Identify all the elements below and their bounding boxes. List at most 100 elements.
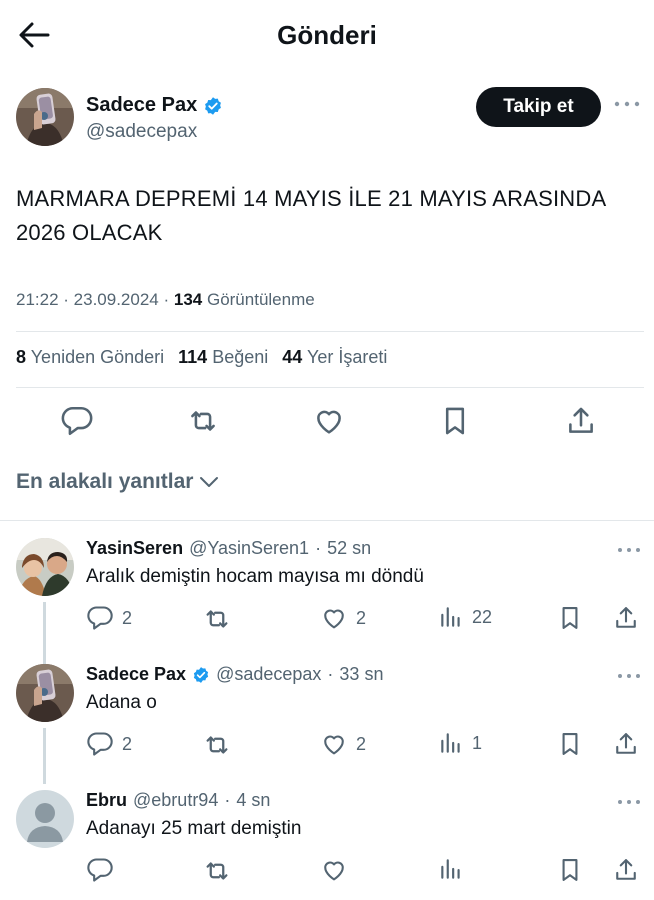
repost-button[interactable] xyxy=(202,730,232,760)
bookmarks-stat[interactable]: 44 Yer İşareti xyxy=(282,347,387,368)
post-author-row: Sadece Pax xyxy=(86,94,223,117)
repost-button[interactable] xyxy=(202,604,232,634)
reply-more-button[interactable] xyxy=(616,668,642,684)
share-icon[interactable] xyxy=(564,404,598,438)
reply-count: 2 xyxy=(122,607,133,628)
bookmark-icon[interactable] xyxy=(438,404,472,438)
bookmark-icon xyxy=(556,604,584,632)
reply-author-avatar[interactable] xyxy=(16,664,74,722)
views-chart-icon xyxy=(438,604,464,630)
reply-text: Adana o xyxy=(86,692,157,713)
reply-action-bar: 2 2 22 xyxy=(0,604,654,634)
post-author-name[interactable]: Sadece Pax xyxy=(86,94,197,117)
reply-text: Adanayı 25 mart demiştin xyxy=(86,818,302,839)
post-views-count: 134 xyxy=(173,290,203,309)
repost-icon xyxy=(202,604,232,634)
share-button[interactable] xyxy=(612,604,640,632)
views-chart-icon xyxy=(438,856,464,882)
bookmarks-label: Yer İşareti xyxy=(307,347,388,367)
post-stats: 8 Yeniden Gönderi 114 Beğeni 44 Yer İşar… xyxy=(16,347,387,368)
share-button[interactable] xyxy=(612,856,640,884)
post-action-bar xyxy=(0,400,654,444)
verified-badge-icon xyxy=(203,96,223,116)
dot-separator: · xyxy=(327,664,334,684)
reply-header: YasinSeren @YasinSeren1 · 52 sn xyxy=(86,538,371,559)
bookmark-icon xyxy=(556,730,584,758)
reply-header: Ebru @ebrutr94 · 4 sn xyxy=(86,790,270,811)
divider xyxy=(16,331,644,332)
reply-time: 33 sn xyxy=(339,664,384,684)
reply-time: 4 sn xyxy=(236,790,271,810)
default-avatar-icon[interactable] xyxy=(16,790,74,848)
reply-icon[interactable] xyxy=(60,404,94,438)
likes-count: 114 xyxy=(178,347,208,367)
like-icon xyxy=(320,604,348,632)
post-time: 21:22 xyxy=(16,290,59,309)
views-button[interactable] xyxy=(438,856,464,882)
post-views-label: Görüntülenme xyxy=(206,290,315,309)
reply-author-name[interactable]: YasinSeren xyxy=(86,538,183,559)
reposts-label: Yeniden Gönderi xyxy=(30,347,165,367)
repost-icon xyxy=(202,856,232,886)
reply-more-button[interactable] xyxy=(616,794,642,810)
reply-icon xyxy=(86,730,114,758)
more-horizontal-icon xyxy=(616,794,642,810)
bookmark-button[interactable] xyxy=(556,856,584,884)
reply-action-bar: 2 2 1 xyxy=(0,730,654,760)
reply-icon xyxy=(86,604,114,632)
reply-author-handle: @sadecepax xyxy=(216,664,322,684)
top-bar: Gönderi xyxy=(0,0,654,70)
replies-sort-label: En alakalı yanıtlar xyxy=(16,470,194,493)
reply-time: 52 sn xyxy=(327,538,372,558)
post-text-line: 2026 OLACAK xyxy=(16,220,163,245)
reposts-stat[interactable]: 8 Yeniden Gönderi xyxy=(16,347,164,368)
replies-sort-dropdown[interactable]: En alakalı yanıtlar xyxy=(16,470,219,494)
views-chart-icon xyxy=(438,730,464,756)
reply-more-button[interactable] xyxy=(616,542,642,558)
repost-icon[interactable] xyxy=(186,404,220,438)
reply-button[interactable] xyxy=(86,856,114,884)
reply-header: Sadece Pax @sadecepax · 33 sn xyxy=(86,664,383,685)
like-icon xyxy=(320,730,348,758)
chevron-down-icon xyxy=(199,475,219,489)
reply-author-name[interactable]: Sadece Pax xyxy=(86,664,186,685)
post-meta: 21:22 · 23.09.2024 · 134 Görüntülenme xyxy=(16,290,315,309)
reply-action-bar xyxy=(0,856,654,886)
divider xyxy=(0,520,654,521)
share-button[interactable] xyxy=(612,730,640,758)
bookmark-icon xyxy=(556,856,584,884)
post-text-line: MARMARA DEPREMİ 14 MAYIS İLE 21 MAYIS AR… xyxy=(16,186,607,211)
like-count: 2 xyxy=(356,607,367,628)
more-horizontal-icon xyxy=(616,542,642,558)
reply-icon xyxy=(86,856,114,884)
bookmark-button[interactable] xyxy=(556,730,584,758)
share-icon xyxy=(612,604,640,632)
views-button[interactable]: 1 xyxy=(438,730,482,756)
reply-button[interactable]: 2 xyxy=(86,604,132,632)
reply-text: Aralık demiştin hocam mayısa mı döndü xyxy=(86,566,424,587)
like-button[interactable] xyxy=(320,856,348,884)
post-more-button[interactable] xyxy=(612,94,642,114)
like-button[interactable]: 2 xyxy=(320,730,366,758)
like-button[interactable]: 2 xyxy=(320,604,366,632)
post-author-handle: @sadecepax xyxy=(86,121,198,142)
like-icon[interactable] xyxy=(312,404,346,438)
post-author-avatar[interactable] xyxy=(16,88,74,146)
follow-button[interactable]: Takip et xyxy=(476,87,601,127)
bookmark-button[interactable] xyxy=(556,604,584,632)
like-count: 2 xyxy=(356,733,367,754)
reply-author-name[interactable]: Ebru xyxy=(86,790,127,811)
repost-button[interactable] xyxy=(202,856,232,886)
reply-button[interactable]: 2 xyxy=(86,730,132,758)
likes-stat[interactable]: 114 Beğeni xyxy=(178,347,268,368)
verified-badge-icon xyxy=(192,666,210,684)
views-button[interactable]: 22 xyxy=(438,604,492,630)
reposts-count: 8 xyxy=(16,347,27,367)
dot-separator: · xyxy=(224,790,231,810)
reply-author-handle: @ebrutr94 xyxy=(133,790,219,810)
repost-icon xyxy=(202,730,232,760)
reply-author-avatar[interactable] xyxy=(16,538,74,596)
like-icon xyxy=(320,856,348,884)
share-icon xyxy=(612,856,640,884)
more-horizontal-icon xyxy=(616,668,642,684)
